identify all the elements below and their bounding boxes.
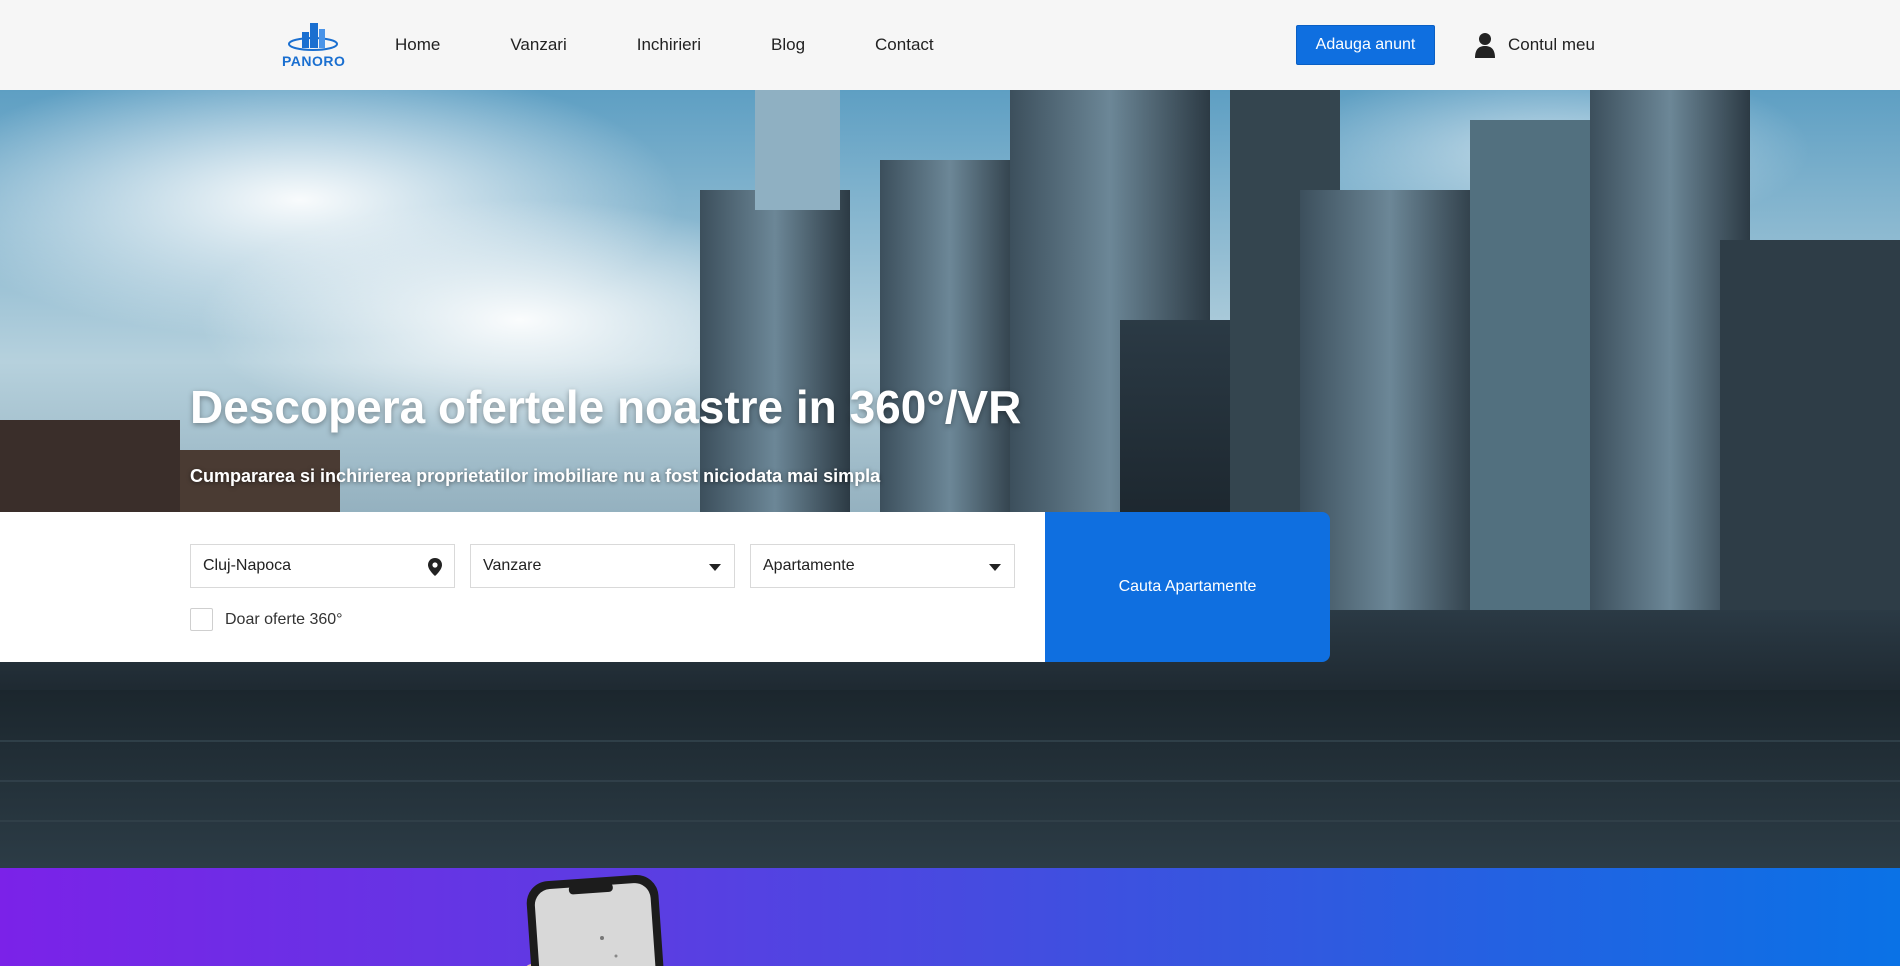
app-promo-band <box>0 868 1900 966</box>
property-type-value: Apartamente <box>763 557 855 574</box>
nav-home[interactable]: Home <box>395 35 440 55</box>
account-label: Contul meu <box>1508 35 1595 54</box>
location-input[interactable]: Cluj-Napoca <box>190 544 455 588</box>
user-icon <box>1475 33 1495 58</box>
add-listing-button[interactable]: Adauga anunt <box>1296 25 1435 65</box>
nav-vanzari[interactable]: Vanzari <box>510 35 566 55</box>
nav-inchirieri[interactable]: Inchirieri <box>637 35 701 55</box>
only-360-checkbox[interactable] <box>190 608 213 631</box>
logo-text: PANORO <box>282 53 346 69</box>
transaction-type-value: Vanzare <box>483 557 542 574</box>
main-nav: Home Vanzari Inchirieri Blog Contact <box>395 0 1004 90</box>
map-pin-icon <box>428 558 442 576</box>
phone-illustration <box>526 874 664 966</box>
hero-title: Descopera ofertele noastre in 360°/VR <box>190 381 1022 433</box>
buildings-logo-icon <box>288 23 338 51</box>
hero-subtitle: Cumpararea si inchirierea proprietatilor… <box>190 466 881 486</box>
nav-blog[interactable]: Blog <box>771 35 805 55</box>
only-360-option[interactable]: Doar oferte 360° <box>190 608 343 631</box>
transaction-type-select[interactable]: Vanzare <box>470 544 735 588</box>
top-navbar: PANORO Home Vanzari Inchirieri Blog Cont… <box>0 0 1900 90</box>
hero-section: Descopera ofertele noastre in 360°/VR Cu… <box>0 90 1900 868</box>
caret-down-icon <box>989 564 1001 571</box>
search-panel: Cluj-Napoca Vanzare Apartamente Doar ofe… <box>0 512 1045 662</box>
property-type-select[interactable]: Apartamente <box>750 544 1015 588</box>
nav-contact[interactable]: Contact <box>875 35 934 55</box>
account-link[interactable]: Contul meu <box>1474 29 1595 61</box>
search-button[interactable]: Cauta Apartamente <box>1045 512 1330 662</box>
only-360-label: Doar oferte 360° <box>225 610 343 628</box>
panoro-logo[interactable]: PANORO <box>282 20 346 72</box>
caret-down-icon <box>709 564 721 571</box>
location-value: Cluj-Napoca <box>203 557 292 574</box>
